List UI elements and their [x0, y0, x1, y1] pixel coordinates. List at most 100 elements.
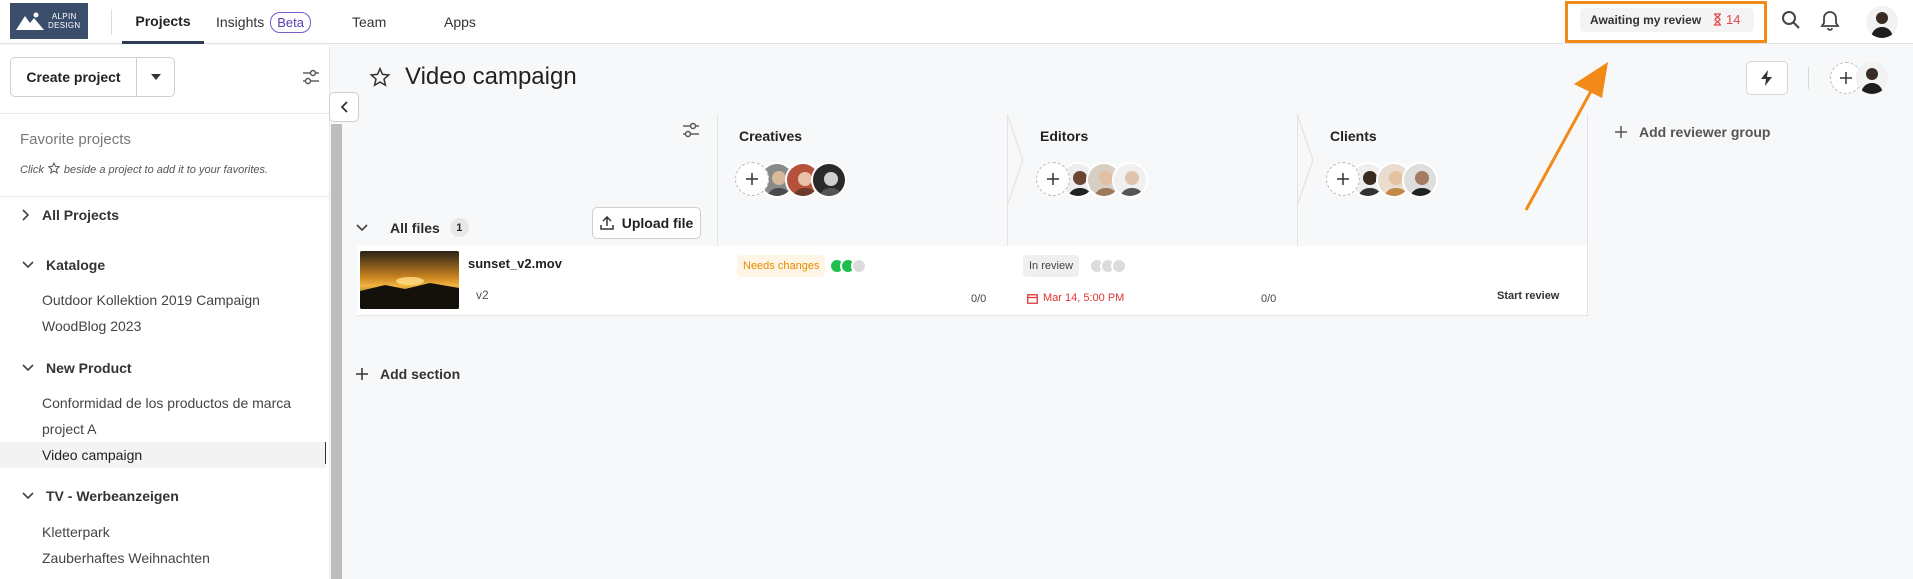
project-member-avatar[interactable] [1856, 62, 1888, 94]
create-project-dropdown-button[interactable] [136, 58, 174, 96]
favorite-star-icon[interactable] [370, 67, 390, 87]
logo-text: ALPIN DESIGN [48, 12, 80, 30]
member-avatar-image [1856, 62, 1888, 94]
reviewer-avatar[interactable] [1402, 162, 1438, 198]
due-date-label: Mar 14, 5:00 PM [1043, 292, 1125, 304]
stage-arrow-divider [1006, 114, 1024, 206]
creatives-review-dots [829, 258, 867, 274]
page-title: Video campaign [405, 63, 577, 90]
star-outline-icon [47, 161, 61, 174]
sidebar-project-item[interactable]: project A [42, 421, 96, 437]
stage-title-clients: Clients [1330, 128, 1377, 144]
mountain-logo-icon [16, 12, 44, 30]
awaiting-review-label: Awaiting my review [1590, 13, 1702, 27]
group-label: Kataloge [46, 257, 106, 273]
reviewer-avatar-image [813, 164, 845, 196]
group-label: TV - Werbeanzeigen [46, 488, 179, 504]
plus-icon [356, 368, 368, 380]
group-label: New Product [46, 360, 132, 376]
sidebar-divider [0, 113, 330, 114]
sidebar-project-item-active[interactable]: Video campaign [0, 442, 326, 468]
logo-line-2: DESIGN [48, 21, 81, 30]
favorites-title: Favorite projects [20, 131, 131, 148]
sidebar-all-projects[interactable]: All Projects [22, 207, 119, 223]
automations-button[interactable] [1746, 61, 1788, 95]
nav-apps[interactable]: Apps [444, 0, 476, 44]
reviewer-avatar[interactable] [1112, 162, 1148, 198]
all-files-section-header[interactable]: All files 1 [356, 218, 469, 237]
sidebar-project-item[interactable]: Outdoor Kollektion 2019 Campaign [42, 292, 260, 308]
add-section-label: Add section [380, 366, 461, 382]
file-version[interactable]: v2 [476, 288, 489, 302]
awaiting-review-button[interactable]: Awaiting my review 14 [1580, 8, 1754, 32]
lightning-icon [1761, 70, 1772, 86]
filter-sliders-icon[interactable] [302, 69, 320, 85]
favorites-hint-before: Click [20, 164, 44, 176]
reviewer-avatar-image [1404, 164, 1436, 196]
chevron-right-icon [22, 209, 30, 221]
editors-reviewers [1036, 162, 1148, 198]
file-name[interactable]: sunset_v2.mov [468, 256, 562, 271]
add-reviewer-group-button[interactable]: Add reviewer group [1615, 124, 1770, 140]
search-icon[interactable] [1781, 10, 1801, 30]
create-project-split-button: Create project [10, 57, 175, 97]
upload-icon [599, 216, 614, 230]
all-files-label: All files [390, 219, 440, 236]
add-section-button[interactable]: Add section [356, 366, 460, 382]
reviewer-avatar[interactable] [811, 162, 847, 198]
creatives-progress: 0/0 [971, 293, 987, 305]
user-avatar[interactable] [1866, 6, 1898, 38]
status-badge-needs-changes[interactable]: Needs changes [737, 255, 826, 277]
review-dot-pending [851, 258, 867, 274]
add-reviewer-button[interactable] [1326, 162, 1360, 196]
sidebar-project-item[interactable]: WoodBlog 2023 [42, 318, 141, 334]
chevron-down-icon [22, 492, 34, 500]
stage-title-editors: Editors [1040, 128, 1089, 144]
add-reviewer-button[interactable] [735, 162, 769, 196]
status-badge-in-review[interactable]: In review [1023, 255, 1080, 277]
sidebar-scrollbar[interactable] [331, 124, 342, 579]
column-filter-icon[interactable] [682, 122, 700, 138]
sidebar-project-item[interactable]: Conformidad de los productos de marca [42, 395, 291, 411]
chevron-down-icon [22, 364, 34, 372]
nav-projects[interactable]: Projects [122, 0, 204, 44]
sidebar-divider [0, 196, 330, 197]
add-reviewer-button[interactable] [1036, 162, 1070, 196]
nav-projects-label: Projects [135, 12, 191, 29]
chevron-down-icon [356, 223, 368, 231]
top-bar: ALPIN DESIGN Projects Insights Beta Team… [0, 0, 1913, 44]
sidebar: Create project Favorite projects Click be… [0, 45, 330, 579]
create-project-button[interactable]: Create project [11, 58, 136, 96]
start-review-button[interactable]: Start review [1497, 290, 1559, 302]
user-avatar-image [1866, 6, 1898, 38]
sidebar-project-item[interactable]: Kletterpark [42, 524, 110, 540]
sidebar-group-tv-werbeanzeigen[interactable]: TV - Werbeanzeigen [22, 488, 179, 504]
sidebar-group-new-product[interactable]: New Product [22, 360, 132, 376]
stage-arrow-divider [1296, 114, 1314, 206]
chevron-down-icon [22, 261, 34, 269]
nav-insights[interactable]: Insights Beta [216, 0, 311, 44]
hourglass-icon [1714, 13, 1721, 26]
file-count-badge: 1 [449, 218, 469, 237]
review-dot-pending [1111, 258, 1127, 274]
company-logo[interactable]: ALPIN DESIGN [10, 3, 88, 39]
sidebar-group-kataloge[interactable]: Kataloge [22, 257, 105, 273]
upload-file-button[interactable]: Upload file [592, 207, 701, 239]
nav-insights-label: Insights [216, 14, 265, 30]
bell-icon[interactable] [1820, 10, 1840, 32]
clients-reviewers [1326, 162, 1438, 198]
file-thumbnail[interactable] [360, 251, 459, 309]
due-date[interactable]: Mar 14, 5:00 PM [1027, 292, 1124, 304]
plus-icon [746, 173, 758, 185]
annotation-arrow-icon [1524, 62, 1608, 211]
nav-team[interactable]: Team [352, 0, 386, 44]
add-reviewer-group-label: Add reviewer group [1639, 124, 1771, 140]
sidebar-project-item[interactable]: Zauberhaftes Weihnachten [42, 550, 210, 566]
reviewer-avatar-image [1114, 164, 1146, 196]
collapse-sidebar-button[interactable] [329, 92, 359, 122]
file-row[interactable]: sunset_v2.mov v2 Needs changes 0/0 In re… [357, 246, 1587, 316]
top-separator [111, 9, 112, 35]
sunset-thumbnail-image [360, 251, 459, 309]
caret-down-icon [150, 74, 161, 80]
plus-icon [1047, 173, 1059, 185]
